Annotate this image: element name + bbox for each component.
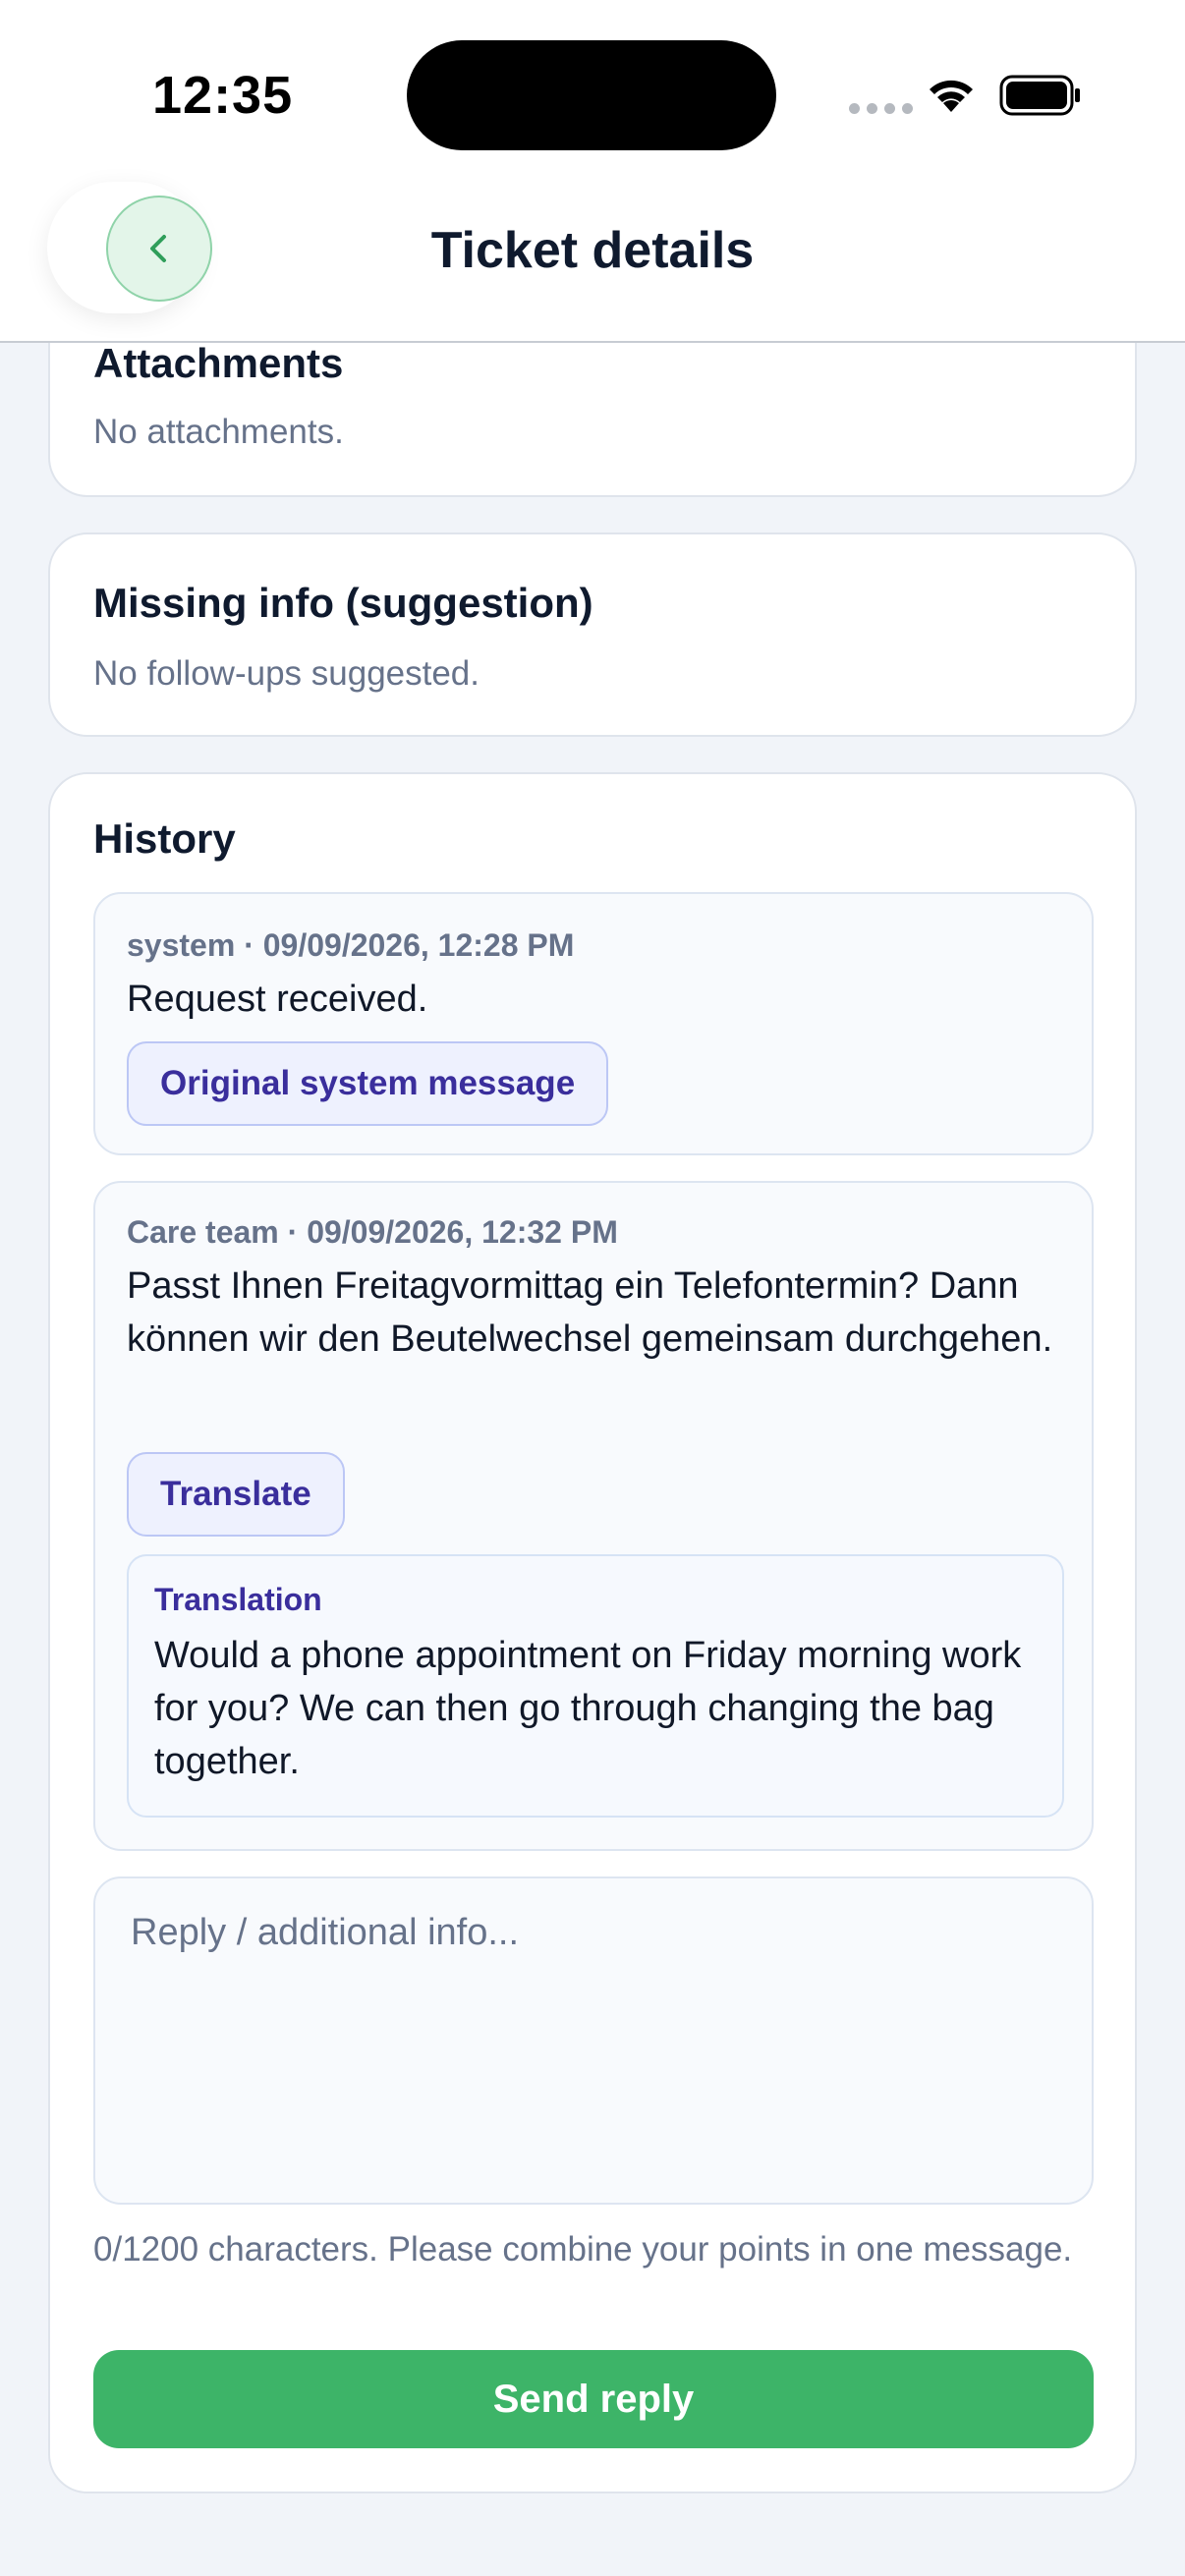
translation-box: Translation Would a phone appointment on…	[127, 1554, 1064, 1818]
attachments-empty-text: No attachments.	[93, 413, 344, 451]
missing-info-card: Missing info (suggestion) No follow-ups …	[48, 532, 1137, 737]
dynamic-island	[407, 40, 776, 150]
send-reply-button[interactable]: Send reply	[93, 2350, 1094, 2448]
translate-button[interactable]: Translate	[127, 1452, 345, 1537]
message-text: Passt Ihnen Freitagvormittag ein Telefon…	[127, 1265, 1053, 1360]
character-count-hint: 0/1200 characters. Please combine your p…	[93, 2230, 1073, 2268]
missing-info-title: Missing info (suggestion)	[93, 580, 593, 626]
translation-text: Would a phone appointment on Friday morn…	[154, 1635, 1022, 1782]
page-title: Ticket details	[430, 222, 755, 279]
attachments-title: Attachments	[93, 340, 344, 386]
cellular-signal-icon	[849, 103, 913, 114]
message-meta: Care team · 09/09/2026, 12:32 PM	[127, 1214, 618, 1250]
battery-icon	[999, 75, 1080, 116]
wifi-icon	[930, 80, 973, 112]
missing-info-empty-text: No follow-ups suggested.	[93, 654, 480, 693]
history-message: Care team · 09/09/2026, 12:32 PM Passt I…	[93, 1181, 1094, 1851]
status-time: 12:35	[152, 66, 294, 125]
history-title: History	[93, 815, 236, 862]
message-meta: system · 09/09/2026, 12:28 PM	[127, 927, 575, 963]
app-header: Ticket details	[0, 182, 1185, 343]
original-system-message-button[interactable]: Original system message	[127, 1041, 609, 1126]
reply-input[interactable]	[93, 1876, 1094, 2205]
status-bar: 12:35	[0, 0, 1185, 182]
history-card: History system · 09/09/2026, 12:28 PM Re…	[48, 772, 1137, 2493]
message-text: Request received.	[127, 979, 428, 1020]
translation-label: Translation	[154, 1582, 322, 1617]
history-message: system · 09/09/2026, 12:28 PM Request re…	[93, 892, 1094, 1155]
